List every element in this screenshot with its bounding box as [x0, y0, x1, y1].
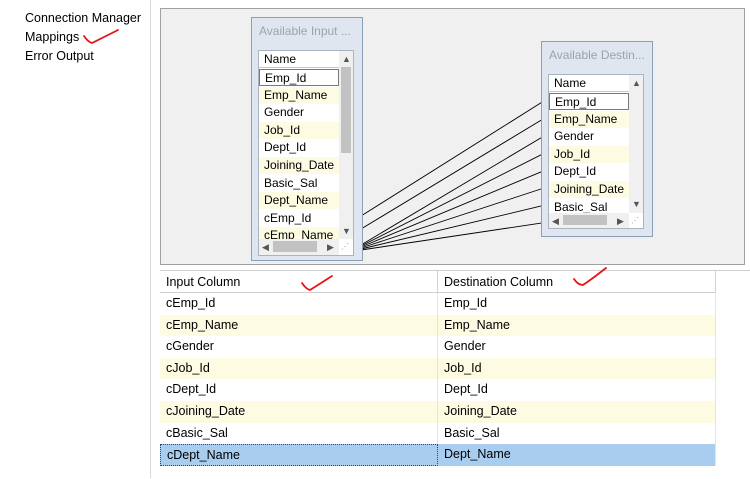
- input-column-cell[interactable]: cEmp_Name: [160, 314, 438, 337]
- input-columns-list[interactable]: Name Emp_Id Emp_Name Gender Job_Id Dept_Id Jo…: [258, 50, 354, 256]
- sidebar-nav: Connection Manager Mappings Error Output: [0, 0, 151, 478]
- vertical-scrollbar[interactable]: ▲ ▼: [339, 51, 353, 239]
- column-item[interactable]: Gender: [549, 128, 629, 145]
- column-item[interactable]: Emp_Name: [259, 86, 339, 104]
- scroll-up-icon[interactable]: ▲: [342, 54, 351, 64]
- mapping-line: [360, 133, 548, 246]
- mapping-row[interactable]: cJoining_Date Joining_Date: [160, 401, 716, 423]
- scroll-down-icon[interactable]: ▼: [342, 226, 351, 236]
- column-item[interactable]: Gender: [259, 104, 339, 121]
- scroll-right-icon[interactable]: ▶: [327, 242, 334, 252]
- column-item[interactable]: Job_Id: [549, 145, 629, 163]
- mapping-line: [360, 116, 548, 230]
- destination-column-cell[interactable]: Emp_Id: [438, 293, 716, 315]
- scroll-up-icon[interactable]: ▲: [632, 78, 641, 88]
- column-item[interactable]: Dept_Id: [549, 163, 629, 180]
- column-item[interactable]: Job_Id: [259, 121, 339, 139]
- destination-column-cell[interactable]: Basic_Sal: [438, 422, 716, 445]
- destination-column-cell[interactable]: Dept_Id: [438, 379, 716, 401]
- column-item[interactable]: Emp_Id: [549, 93, 629, 110]
- input-column-cell[interactable]: cBasic_Sal: [160, 422, 438, 445]
- list-header: Name: [259, 51, 339, 68]
- input-column-cell[interactable]: cJoining_Date: [160, 401, 438, 423]
- column-item[interactable]: Emp_Id: [259, 69, 339, 86]
- mapping-row[interactable]: cBasic_Sal Basic_Sal: [160, 422, 716, 445]
- input-column-cell[interactable]: cEmp_Id: [160, 293, 438, 315]
- column-item[interactable]: Dept_Name: [259, 192, 339, 210]
- scroll-thumb[interactable]: [273, 241, 317, 252]
- mapping-row[interactable]: cEmp_Name Emp_Name: [160, 314, 716, 337]
- column-item[interactable]: Basic_Sal: [259, 175, 339, 192]
- available-destination-columns-panel[interactable]: Available Destin... Name Emp_Id Emp_Name G…: [541, 41, 653, 237]
- destination-column-cell[interactable]: Gender: [438, 336, 716, 358]
- scroll-thumb[interactable]: [341, 67, 351, 153]
- input-column-cell[interactable]: cDept_Id: [160, 379, 438, 401]
- sidebar-item-mappings[interactable]: Mappings: [25, 30, 79, 44]
- resize-grip-icon[interactable]: ⋰: [631, 217, 641, 227]
- input-column-cell[interactable]: cJob_Id: [160, 357, 438, 380]
- destination-columns-list[interactable]: Name Emp_Id Emp_Name Gender Job_Id Dept_Id Jo…: [548, 74, 644, 229]
- mapping-row[interactable]: cDept_Name Dept_Name: [160, 444, 716, 466]
- column-item[interactable]: Emp_Name: [549, 110, 629, 128]
- mapping-row[interactable]: cEmp_Id Emp_Id: [160, 293, 716, 315]
- mapping-line: [360, 186, 548, 249]
- scroll-right-icon[interactable]: ▶: [617, 216, 624, 226]
- list-header: Name: [549, 75, 629, 92]
- mapping-lines: [360, 96, 548, 251]
- column-item[interactable]: Dept_Id: [259, 139, 339, 156]
- vertical-scrollbar[interactable]: ▲ ▼: [629, 75, 643, 213]
- input-column-cell[interactable]: cDept_Name: [160, 444, 438, 466]
- mapping-row[interactable]: cJob_Id Job_Id: [160, 357, 716, 380]
- input-column-cell[interactable]: cGender: [160, 336, 438, 358]
- available-input-columns-panel[interactable]: Available Input ... Name Emp_Id Emp_Name G…: [251, 17, 363, 261]
- panel-title: Available Input ...: [259, 24, 351, 38]
- column-item[interactable]: Joining_Date: [549, 181, 629, 198]
- mapping-row[interactable]: cGender Gender: [160, 336, 716, 358]
- destination-column-cell[interactable]: Joining_Date: [438, 401, 716, 423]
- mapping-line: [360, 168, 548, 248]
- sidebar-item-error-output[interactable]: Error Output: [25, 49, 94, 63]
- destination-column-cell[interactable]: Emp_Name: [438, 314, 716, 337]
- mapping-row[interactable]: cDept_Id Dept_Id: [160, 379, 716, 401]
- checkmark-annotation-icon: [83, 29, 119, 44]
- sidebar-item-connection-manager[interactable]: Connection Manager: [25, 11, 141, 25]
- scroll-left-icon[interactable]: ◀: [552, 216, 559, 226]
- horizontal-scrollbar[interactable]: ◀ ▶: [549, 213, 629, 228]
- column-item[interactable]: Joining_Date: [259, 157, 339, 174]
- horizontal-scrollbar[interactable]: ◀ ▶: [259, 239, 339, 255]
- mapping-canvas: Available Input ... Name Emp_Id Emp_Name G…: [160, 8, 745, 265]
- mapping-grid[interactable]: Input Column Destination Column cEmp_Id E…: [160, 267, 750, 479]
- resize-grip-icon[interactable]: ⋰: [341, 243, 351, 253]
- destination-column-cell[interactable]: Dept_Name: [438, 444, 716, 466]
- scroll-thumb[interactable]: [563, 215, 607, 225]
- scroll-left-icon[interactable]: ◀: [262, 242, 269, 252]
- input-column-header[interactable]: Input Column: [160, 271, 438, 293]
- checkmark-annotation-icon: [573, 267, 607, 286]
- scroll-down-icon[interactable]: ▼: [632, 199, 641, 209]
- column-item[interactable]: cEmp_Id: [259, 210, 339, 227]
- checkmark-annotation-icon: [301, 275, 333, 291]
- panel-title: Available Destin...: [549, 48, 645, 62]
- destination-column-cell[interactable]: Job_Id: [438, 357, 716, 380]
